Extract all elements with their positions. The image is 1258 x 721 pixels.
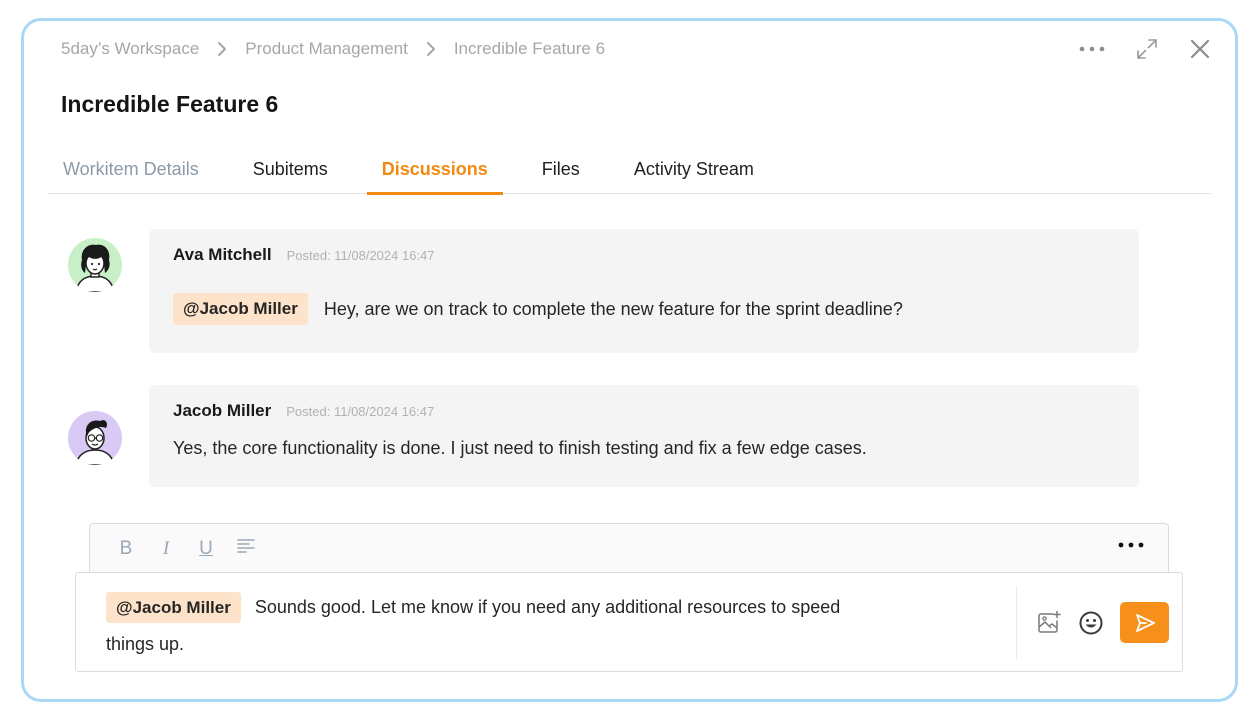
tab-workitem-details[interactable]: Workitem Details (48, 154, 214, 194)
italic-icon[interactable]: I (156, 538, 176, 560)
mention-tag[interactable]: @Jacob Miller (173, 293, 308, 325)
tab-activity-stream[interactable]: Activity Stream (619, 154, 769, 194)
comment-text: Yes, the core functionality is done. I j… (173, 438, 867, 458)
comment-body: Yes, the core functionality is done. I j… (173, 438, 867, 459)
comment-author: Jacob Miller (173, 401, 272, 420)
comment-text: Hey, are we on track to complete the new… (323, 298, 903, 319)
comment-timestamp: Posted: 11/08/2024 16:47 (286, 404, 435, 419)
editor-toolbar: B I U (89, 523, 1169, 575)
message-input[interactable]: @Jacob Miller Sounds good. Let me know if… (106, 589, 866, 663)
breadcrumb-project[interactable]: Product Management (245, 39, 408, 59)
tab-subitems[interactable]: Subitems (238, 154, 343, 194)
comment-body: @Jacob Miller Hey, are we on track to co… (173, 293, 903, 325)
underline-icon[interactable]: U (196, 538, 216, 560)
page-title: Incredible Feature 6 (61, 91, 279, 117)
comment-timestamp: Posted: 11/08/2024 16:47 (286, 248, 435, 263)
breadcrumb-current: Incredible Feature 6 (453, 39, 606, 58)
comment-author: Ava Mitchell (173, 245, 272, 264)
avatar (68, 411, 122, 465)
align-left-icon[interactable] (236, 538, 256, 560)
format-controls: B I U (116, 538, 256, 560)
more-horizontal-icon[interactable] (1079, 45, 1105, 53)
send-icon (1135, 613, 1155, 632)
message-editor[interactable]: @Jacob Miller Sounds good. Let me know if… (75, 572, 1183, 672)
emoji-icon[interactable] (1078, 610, 1104, 636)
comment-card: Jacob Miller Posted: 11/08/2024 16:47 Ye… (149, 385, 1139, 487)
add-image-icon[interactable] (1036, 610, 1062, 636)
editor-actions (1036, 602, 1169, 643)
divider (1016, 586, 1017, 660)
tab-files[interactable]: Files (527, 154, 595, 194)
chevron-right-icon (415, 41, 447, 57)
chevron-right-icon (206, 41, 238, 57)
avatar (68, 238, 122, 292)
more-horizontal-icon[interactable] (1118, 536, 1144, 554)
breadcrumb: 5day’s Workspace Product Management Incr… (61, 39, 605, 59)
tab-discussions[interactable]: Discussions (366, 154, 503, 195)
bold-icon[interactable]: B (116, 538, 136, 560)
breadcrumb-workspace[interactable]: 5day’s Workspace (61, 39, 199, 59)
tab-bar: Workitem Details Subitems Discussions Fi… (48, 154, 1211, 195)
close-icon[interactable] (1189, 38, 1211, 60)
comment-header: Jacob Miller Posted: 11/08/2024 16:47 (173, 401, 434, 421)
send-button[interactable] (1120, 602, 1169, 643)
expand-icon[interactable] (1135, 37, 1159, 61)
window-actions (1079, 37, 1211, 61)
comment-card: Ava Mitchell Posted: 11/08/2024 16:47 @J… (149, 229, 1139, 353)
comment-header: Ava Mitchell Posted: 11/08/2024 16:47 (173, 245, 435, 265)
workitem-modal: 5day’s Workspace Product Management Incr… (21, 18, 1238, 702)
mention-tag[interactable]: @Jacob Miller (106, 592, 241, 623)
